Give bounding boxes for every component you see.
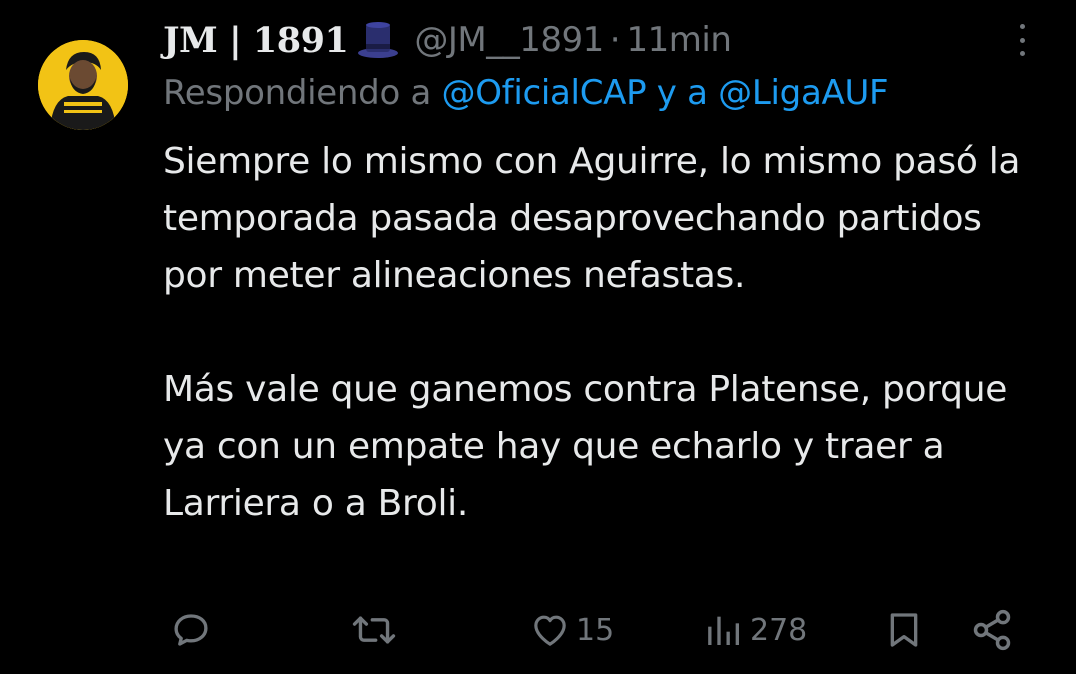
- like-count: 15: [576, 612, 615, 648]
- top-hat-icon: [356, 20, 400, 60]
- avatar-image: [38, 40, 128, 130]
- display-name[interactable]: JM | 1891: [163, 20, 349, 61]
- views-count: 278: [750, 612, 808, 648]
- speech-bubble-icon: [174, 614, 208, 646]
- bookmark-icon: [890, 613, 918, 647]
- views-button[interactable]: 278: [704, 605, 807, 655]
- like-button[interactable]: 15: [530, 605, 614, 655]
- retweet-icon: [352, 616, 396, 644]
- bar-chart-icon: [708, 616, 739, 645]
- tweet-header: JM | 1891 @JM__1891 · 11min: [163, 17, 732, 63]
- tweet-paragraph: Más vale que ganemos contra Platense, po…: [163, 369, 1008, 524]
- bookmark-button[interactable]: [884, 605, 924, 655]
- user-handle[interactable]: @JM__1891: [414, 20, 604, 60]
- reply-mentions-link[interactable]: @OficialCAP y a @LigaAUF: [442, 73, 889, 113]
- action-bar: 15 278: [0, 605, 1076, 661]
- avatar[interactable]: [38, 40, 128, 130]
- reply-button[interactable]: [170, 605, 212, 655]
- more-options-icon[interactable]: [1012, 20, 1032, 60]
- retweet-button[interactable]: [352, 605, 396, 655]
- share-icon: [973, 609, 1011, 651]
- replying-to-label: Respondiendo a: [163, 73, 431, 113]
- heart-icon: [534, 615, 566, 646]
- share-button[interactable]: [970, 605, 1014, 655]
- tweet-text: Siempre lo mismo con Aguirre, lo mismo p…: [163, 133, 1023, 532]
- tweet-paragraph: Siempre lo mismo con Aguirre, lo mismo p…: [163, 141, 1021, 296]
- separator-dot: ·: [609, 20, 621, 60]
- timestamp[interactable]: 11min: [627, 20, 732, 60]
- replying-to-line: Respondiendo a @OficialCAP y a @LigaAUF: [163, 73, 889, 113]
